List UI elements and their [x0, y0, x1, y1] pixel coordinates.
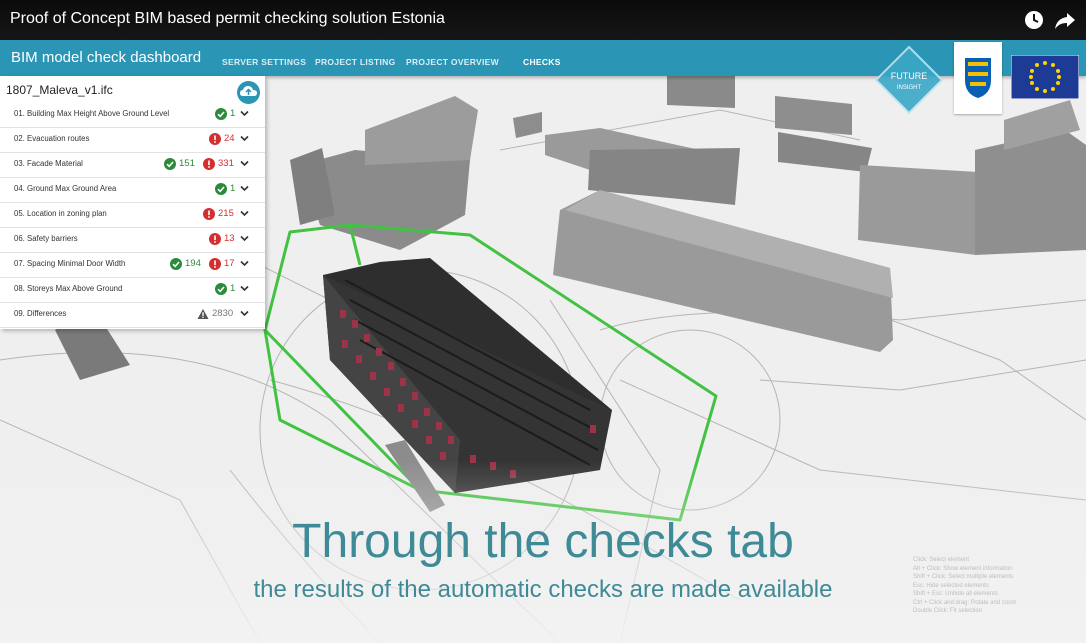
error-circle-icon — [203, 158, 215, 170]
check-row[interactable]: 02. Evacuation routes 24 — [0, 127, 265, 153]
check-row[interactable]: 07. Spacing Minimal Door Width 17 194 — [0, 252, 265, 278]
check-circle-icon — [215, 108, 227, 120]
check-row[interactable]: 03. Facade Material 331 151 — [0, 152, 265, 178]
help-line: Esc: Hide selected elements — [913, 582, 989, 589]
chevron-down-icon[interactable] — [240, 310, 249, 317]
check-row[interactable]: 08. Storeys Max Above Ground 1 — [0, 277, 265, 303]
check-count: 17 — [224, 258, 235, 269]
check-row[interactable]: 05. Location in zoning plan 215 — [0, 202, 265, 228]
app-title: BIM model check dashboard — [11, 49, 202, 66]
video-title[interactable]: Proof of Concept BIM based permit checki… — [10, 10, 445, 28]
error-circle-icon — [203, 208, 215, 220]
video-title-bar: Proof of Concept BIM based permit checki… — [0, 0, 1086, 40]
check-count: 331 — [218, 158, 234, 169]
check-circle-icon — [164, 158, 176, 170]
check-label: 05. Location in zoning plan — [14, 209, 107, 218]
check-count: 1 — [230, 108, 236, 119]
viewer-help-text: Click: Select element Alt + Click: Show … — [913, 556, 1017, 616]
chevron-down-icon[interactable] — [240, 210, 249, 217]
check-count: 24 — [224, 133, 235, 144]
help-line: Alt + Click: Show element information — [913, 565, 1013, 572]
chevron-down-icon[interactable] — [240, 185, 249, 192]
help-line: Ctrl + Click and drag: Rotate and zoom — [913, 599, 1017, 606]
check-label: 03. Facade Material — [14, 159, 83, 168]
check-count: 1 — [230, 283, 236, 294]
eu-flag-logo — [1011, 55, 1079, 99]
future-insight-logo: FUTURE INSIGHT — [874, 45, 944, 115]
chevron-down-icon[interactable] — [240, 260, 249, 267]
check-count: 2830 — [212, 308, 234, 319]
help-line: Double Click: Fit selection — [913, 608, 983, 614]
chevron-down-icon[interactable] — [240, 110, 249, 117]
check-circle-icon — [215, 283, 227, 295]
error-circle-icon — [209, 258, 221, 270]
check-label: 08. Storeys Max Above Ground — [14, 284, 123, 293]
help-line: Click: Select element — [913, 557, 970, 563]
error-circle-icon — [209, 133, 221, 145]
share-icon[interactable] — [1054, 9, 1076, 31]
warning-icon — [197, 309, 209, 319]
chevron-down-icon[interactable] — [240, 160, 249, 167]
clock-icon[interactable] — [1023, 9, 1045, 31]
check-label: 01. Building Max Height Above Ground Lev… — [14, 109, 170, 118]
check-label: 02. Evacuation routes — [14, 134, 90, 143]
svg-text:INSIGHT: INSIGHT — [897, 85, 922, 91]
help-line: Shift + Click: Select multiple elements — [913, 574, 1014, 580]
check-circle-icon — [170, 258, 182, 270]
check-label: 06. Safety barriers — [14, 234, 78, 243]
check-row[interactable]: 01. Building Max Height Above Ground Lev… — [0, 102, 265, 128]
chevron-down-icon[interactable] — [240, 135, 249, 142]
cloud-upload-icon — [240, 86, 257, 96]
error-circle-icon — [209, 233, 221, 245]
check-count: 151 — [179, 158, 195, 169]
check-row[interactable]: 09. Differences 2830 — [0, 302, 265, 328]
chevron-down-icon[interactable] — [240, 235, 249, 242]
estonia-coat-of-arms-logo — [954, 42, 1002, 114]
check-count: 13 — [224, 233, 235, 244]
checks-panel: 1807_Maleva_v1.ifc 01. Building Max Heig… — [0, 76, 265, 329]
check-label: 09. Differences — [14, 309, 67, 318]
check-count: 194 — [185, 258, 201, 269]
nav-server-settings[interactable]: SERVER SETTINGS — [222, 57, 306, 67]
check-count: 1 — [230, 183, 236, 194]
check-row[interactable]: 06. Safety barriers 13 — [0, 227, 265, 253]
model-file-name: 1807_Maleva_v1.ifc — [6, 83, 113, 97]
upload-button[interactable] — [237, 81, 260, 104]
nav-project-overview[interactable]: PROJECT OVERVIEW — [406, 57, 499, 67]
check-label: 04. Ground Max Ground Area — [14, 184, 117, 193]
chevron-down-icon[interactable] — [240, 285, 249, 292]
check-count: 215 — [218, 208, 234, 219]
lions-icon — [965, 58, 991, 98]
nav-project-listing[interactable]: PROJECT LISTING — [315, 57, 396, 67]
check-row[interactable]: 04. Ground Max Ground Area 1 — [0, 177, 265, 203]
help-line: Shift + Esc: Unhide all elements — [913, 591, 998, 597]
svg-text:FUTURE: FUTURE — [891, 71, 928, 81]
nav-checks[interactable]: CHECKS — [523, 57, 561, 67]
check-circle-icon — [215, 183, 227, 195]
check-label: 07. Spacing Minimal Door Width — [14, 259, 126, 268]
